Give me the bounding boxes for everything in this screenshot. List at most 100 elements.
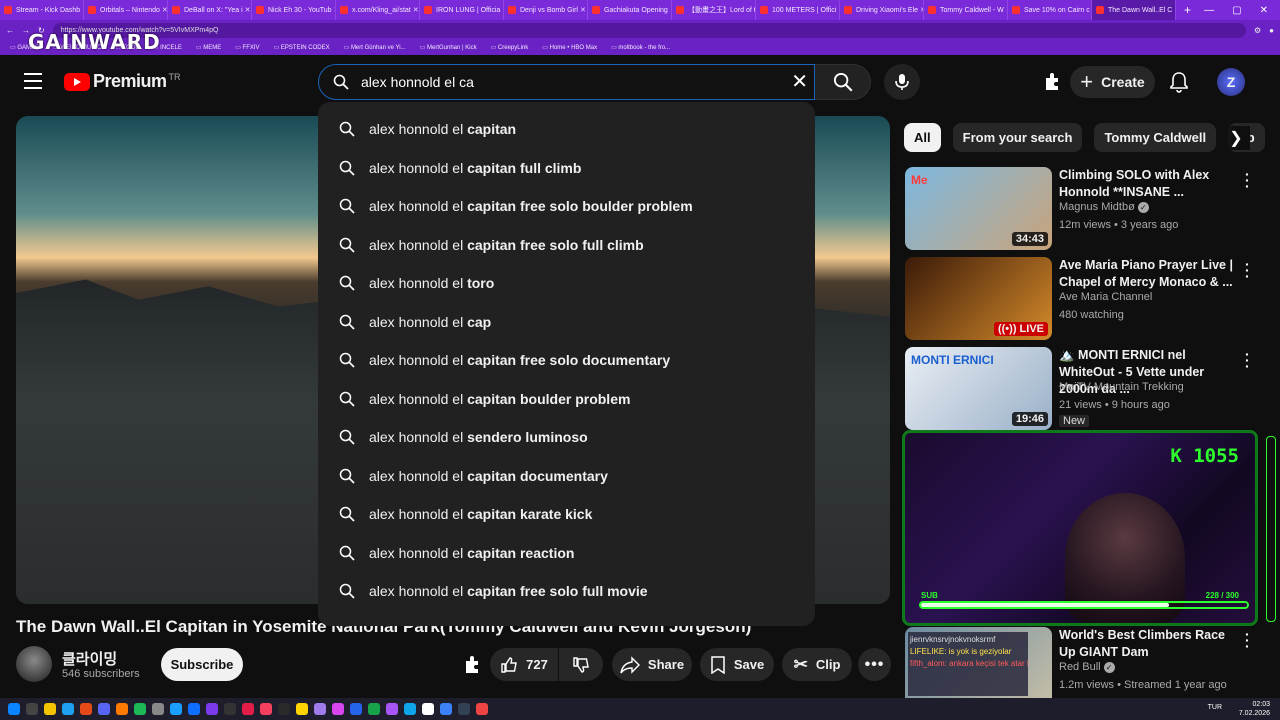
subscribe-button[interactable]: Subscribe xyxy=(161,648,243,681)
extensions-icon[interactable]: ⚙ xyxy=(1254,26,1261,35)
bookmark-item[interactable]: MertGunhan | Kick xyxy=(420,44,477,51)
clear-search-icon[interactable]: ✕ xyxy=(791,71,808,93)
bookmark-item[interactable]: MEME xyxy=(196,44,221,51)
browser-tab[interactable]: x.com/Kling_ai/stat ✕ xyxy=(336,0,420,20)
browser-tab[interactable]: Gachiakuta Opening✕ xyxy=(588,0,672,20)
taskbar-app-icon[interactable] xyxy=(296,703,308,715)
like-button[interactable]: 727 xyxy=(490,648,558,681)
search-suggestion[interactable]: alex honnold el cap xyxy=(318,303,815,342)
recommended-video[interactable]: Me 34:43 Climbing SOLO with Alex Honnold *… xyxy=(905,167,1265,251)
url-field[interactable]: https://www.youtube.com/watch?v=5VIvMXPm… xyxy=(52,22,1246,38)
search-suggestion[interactable]: alex honnold el capitan full climb xyxy=(318,149,815,188)
search-suggestion[interactable]: alex honnold el toro xyxy=(318,264,815,303)
more-vertical-icon[interactable]: · · · xyxy=(1245,347,1250,373)
tab-close-icon[interactable]: ✕ xyxy=(578,6,586,14)
browser-tab[interactable]: Denji vs Bomb Girl ✕ xyxy=(504,0,588,20)
tab-close-icon[interactable]: ✕ xyxy=(160,6,167,14)
taskbar-app-icon[interactable] xyxy=(44,703,56,715)
browser-tab[interactable]: 100 METERS | Offici✕ xyxy=(756,0,840,20)
bookmark-item[interactable]: Mert Günhan ve Yi... xyxy=(344,44,406,51)
taskbar-app-icon[interactable] xyxy=(116,703,128,715)
maximize-window-icon[interactable]: ▢ xyxy=(1232,5,1241,16)
taskbar-app-icon[interactable] xyxy=(170,703,182,715)
recommended-video[interactable]: ((•)) LIVE Ave Maria Piano Prayer Live | … xyxy=(905,257,1265,341)
taskbar-app-icon[interactable] xyxy=(458,703,470,715)
close-window-icon[interactable]: ✕ xyxy=(1260,5,1268,16)
taskbar-app-icon[interactable] xyxy=(188,703,200,715)
browser-tab[interactable]: Save 10% on Cairn c✕ xyxy=(1008,0,1092,20)
recommended-channel[interactable]: Magnus Midtbø ✓ xyxy=(1059,201,1149,213)
taskbar-app-icon[interactable] xyxy=(80,703,92,715)
taskbar-app-icon[interactable] xyxy=(260,703,272,715)
channel-name[interactable]: 클라이밍 xyxy=(62,648,117,669)
browser-tab[interactable]: Tommy Caldwell - W✕ xyxy=(924,0,1008,20)
user-avatar[interactable]: Z xyxy=(1217,68,1245,96)
notifications-bell-icon[interactable] xyxy=(1167,70,1191,94)
taskbar-app-icon[interactable] xyxy=(332,703,344,715)
browser-tab[interactable]: Driving Xiaomi's Ele✕ xyxy=(840,0,924,20)
recommended-title[interactable]: Climbing SOLO with Alex Honnold **INSANE… xyxy=(1059,167,1234,201)
taskbar-app-icon[interactable] xyxy=(206,703,218,715)
channel-avatar[interactable] xyxy=(16,646,52,682)
taskbar-app-icon[interactable] xyxy=(26,703,38,715)
filter-chip[interactable]: All xyxy=(904,123,941,152)
minimize-window-icon[interactable]: — xyxy=(1204,5,1214,16)
browser-tab[interactable]: DeBall on X: "Yea i ✕ xyxy=(168,0,252,20)
more-actions-button[interactable]: ••• xyxy=(858,648,891,681)
recommended-channel[interactable]: Red Bull ✓ xyxy=(1059,661,1115,673)
extension-puzzle-icon[interactable] xyxy=(456,648,488,681)
search-suggestion[interactable]: alex honnold el capitan reaction xyxy=(318,534,815,573)
taskbar-app-icon[interactable] xyxy=(62,703,74,715)
browser-tab[interactable]: Orbitals – Nintendo ✕ xyxy=(84,0,168,20)
more-vertical-icon[interactable]: · · · xyxy=(1245,257,1250,283)
save-button[interactable]: Save xyxy=(700,648,774,681)
bookmark-item[interactable]: Home • HBO Max xyxy=(542,44,597,51)
taskbar-app-icon[interactable] xyxy=(404,703,416,715)
system-clock[interactable]: 02:03 7.02.2026 xyxy=(1239,700,1270,718)
taskbar-app-icon[interactable] xyxy=(98,703,110,715)
tab-close-icon[interactable]: ✕ xyxy=(243,6,251,14)
search-suggestion[interactable]: alex honnold el sendero luminoso xyxy=(318,418,815,457)
browser-tab[interactable]: Nick Eh 30 - YouTub✕ xyxy=(252,0,336,20)
search-suggestion[interactable]: alex honnold el capitan free solo docume… xyxy=(318,341,815,380)
recommended-title[interactable]: Ave Maria Piano Prayer Live | Chapel of … xyxy=(1059,257,1234,291)
video-thumbnail[interactable]: MONTI ERNICI 19:46 xyxy=(905,347,1052,430)
taskbar-app-icon[interactable] xyxy=(476,703,488,715)
taskbar-app-icon[interactable] xyxy=(386,703,398,715)
search-input[interactable]: alex honnold el ca xyxy=(361,74,474,90)
taskbar-app-icon[interactable] xyxy=(152,703,164,715)
taskbar-app-icon[interactable] xyxy=(440,703,452,715)
more-vertical-icon[interactable]: · · · xyxy=(1245,627,1250,653)
filter-chip[interactable]: From your search xyxy=(952,123,1083,152)
clip-button[interactable]: ✂ Clip xyxy=(782,648,852,681)
share-button[interactable]: Share xyxy=(612,648,692,681)
taskbar-app-icon[interactable] xyxy=(278,703,290,715)
browser-tab[interactable]: 【動畫之王】Lord of t✕ xyxy=(672,0,756,20)
taskbar-app-icon[interactable] xyxy=(314,703,326,715)
voice-search-button[interactable] xyxy=(884,64,920,100)
search-suggestion[interactable]: alex honnold el capitan boulder problem xyxy=(318,380,815,419)
taskbar-app-icon[interactable] xyxy=(134,703,146,715)
create-button[interactable]: + Create xyxy=(1070,66,1155,98)
taskbar-app-icon[interactable] xyxy=(242,703,254,715)
taskbar-app-icon[interactable] xyxy=(368,703,380,715)
more-vertical-icon[interactable]: · · · xyxy=(1245,167,1250,193)
bookmark-item[interactable]: CreepyLink xyxy=(491,44,528,51)
back-icon[interactable]: ← xyxy=(6,26,14,35)
bookmark-item[interactable]: FFXIV xyxy=(235,44,260,51)
search-box[interactable]: alex honnold el ca ✕ xyxy=(318,64,815,100)
extension-puzzle-icon[interactable] xyxy=(1040,70,1064,94)
language-indicator[interactable]: TUR xyxy=(1208,704,1222,711)
chevron-right-icon[interactable]: ❯ xyxy=(1222,126,1250,150)
search-suggestion[interactable]: alex honnold el capitan karate kick xyxy=(318,495,815,534)
recommended-video[interactable]: MONTI ERNICI 19:46 🏔️ MONTI ERNICI nel Whi… xyxy=(905,347,1265,431)
bookmark-item[interactable]: EPSTEIN CODEX xyxy=(274,44,330,51)
search-suggestion[interactable]: alex honnold el capitan xyxy=(318,110,815,149)
bookmark-item[interactable]: moltbook - the fro... xyxy=(611,44,670,51)
browser-tab[interactable]: The Dawn Wall..El C✕ xyxy=(1092,0,1176,20)
hamburger-menu-icon[interactable] xyxy=(24,73,42,89)
new-tab-button[interactable]: + xyxy=(1176,3,1199,17)
tab-close-icon[interactable]: ✕ xyxy=(411,6,419,14)
search-suggestion[interactable]: alex honnold el capitan free solo boulde… xyxy=(318,187,815,226)
video-thumbnail[interactable]: Me 34:43 xyxy=(905,167,1052,250)
